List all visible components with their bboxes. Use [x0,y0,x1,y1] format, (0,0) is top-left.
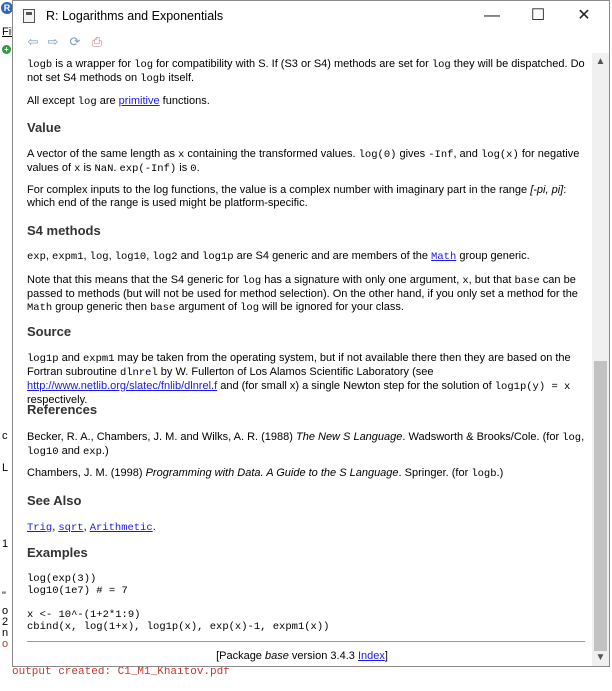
references-heading: References [27,402,98,417]
see-also-links: Trig, sqrt, Arithmetic. [27,521,156,534]
scrollbar-thumb[interactable] [594,361,607,651]
window-icon [23,9,35,23]
background-console-edge [0,0,12,691]
vertical-scrollbar[interactable]: ▲ ▼ [592,53,609,666]
forward-icon[interactable]: ⇨ [45,34,61,50]
footer-divider [27,641,585,642]
help-window: R: Logarithms and Exponentials — ☐ ✕ ⇦ ⇨… [12,0,610,667]
value-paragraph: A vector of the same length as x contain… [27,148,580,175]
toolbar: ⇦ ⇨ ⟳ ⎙ [13,31,609,53]
examples-code-block: log(exp(3)) log10(1e7) # = 7 [27,573,128,597]
primitive-link[interactable]: primitive [119,95,160,107]
trig-link[interactable]: Trig [27,522,52,534]
s4-paragraph: exp, expm1, log, log10, log2 and log1p a… [27,250,530,263]
math-link[interactable]: Math [431,251,456,263]
console-char: L [2,462,9,474]
console-char: o [2,638,9,650]
examples-code-block: x <- 10^-(1+2*1:9) cbind(x, log(1+x), lo… [27,609,330,633]
title-bar[interactable]: R: Logarithms and Exponentials — ☐ ✕ [13,1,609,31]
value-heading: Value [27,120,61,135]
maximize-button[interactable]: ☐ [515,1,561,31]
minimize-button[interactable]: — [469,1,515,31]
back-icon[interactable]: ⇦ [25,34,41,50]
reference-item: Chambers, J. M. (1998) Programming with … [27,467,504,480]
add-icon[interactable]: + [2,45,11,54]
index-link[interactable]: Index [358,650,385,662]
netlib-link[interactable]: http://www.netlib.org/slatec/fnlib/dlnre… [27,380,217,392]
s4-methods-heading: S4 methods [27,223,101,238]
s4-note-paragraph: Note that this means that the S4 generic… [27,274,578,314]
console-char: " [2,590,6,602]
refresh-icon[interactable]: ⟳ [67,34,83,50]
scroll-up-icon[interactable]: ▲ [592,53,609,70]
sqrt-link[interactable]: sqrt [58,522,83,534]
scroll-down-icon[interactable]: ▼ [592,649,609,666]
arithmetic-link[interactable]: Arithmetic [90,522,153,534]
console-char: 1 [2,538,9,550]
print-icon[interactable]: ⎙ [89,34,105,50]
close-button[interactable]: ✕ [561,1,607,31]
source-heading: Source [27,324,72,339]
console-output-line: output created: C1_M1_Khaitov.pdf [12,666,230,678]
window-title: R: Logarithms and Exponentials [46,9,224,23]
help-content: logb is a wrapper for log for compatibil… [13,53,591,666]
package-footer: [Package base version 3.4.3 Index] [216,650,388,662]
all-except-paragraph: All except log are primitive functions. [27,95,210,108]
logb-paragraph: logb is a wrapper for log for compatibil… [27,58,585,85]
examples-heading: Examples [27,545,88,560]
console-char: c [2,430,8,442]
see-also-heading: See Also [27,493,82,508]
complex-paragraph: For complex inputs to the log functions,… [27,184,567,209]
source-paragraph: log1p and expm1 may be taken from the op… [27,352,571,406]
reference-item: Becker, R. A., Chambers, J. M. and Wilks… [27,431,585,458]
